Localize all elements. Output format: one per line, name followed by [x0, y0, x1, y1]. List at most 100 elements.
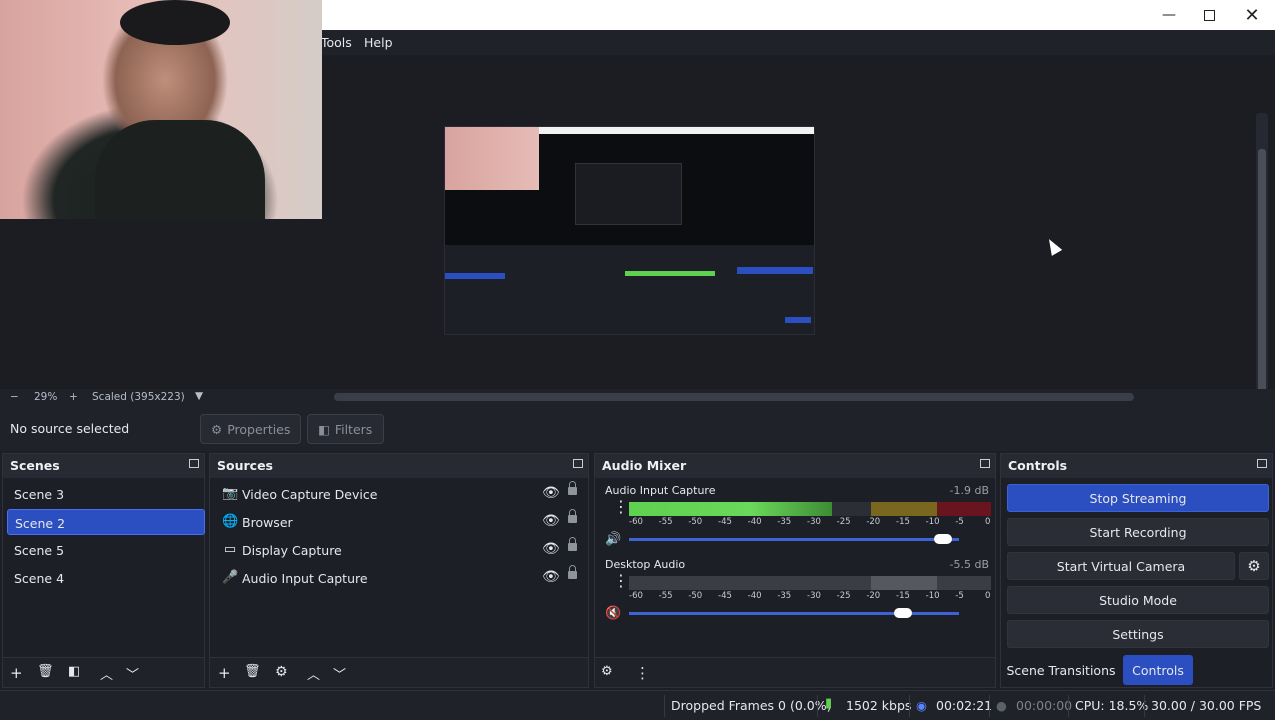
scale-dropdown-icon[interactable]: ▼ — [195, 390, 203, 402]
preview-horizontal-scrollbar[interactable] — [334, 393, 1134, 401]
meter-tick-label: -50 — [688, 591, 703, 601]
add-source-icon[interactable]: + — [218, 664, 231, 682]
eye-icon[interactable]: 👁 — [542, 485, 560, 501]
source-label: Browser — [242, 515, 293, 530]
zoom-in-button[interactable]: + — [69, 391, 78, 403]
recording-time: 00:00:00 — [1016, 698, 1073, 713]
microphone-icon: 🎤 — [222, 570, 239, 585]
filters-button[interactable]: ◧ Filters — [307, 414, 384, 444]
cpu-usage: CPU: 18.5% — [1075, 698, 1149, 713]
meter-tick-label: -40 — [747, 517, 762, 527]
network-signal-icon: ▮ — [825, 696, 833, 711]
move-down-icon[interactable]: ﹀ — [126, 664, 139, 683]
speaker-icon[interactable]: 🔊 — [605, 532, 625, 548]
advanced-audio-icon[interactable]: ⚙ — [601, 664, 613, 679]
mixer-menu-icon[interactable]: ⋮ — [635, 664, 650, 682]
meter-tick-label: -5 — [955, 517, 964, 527]
scene-item[interactable]: Scene 4 — [7, 565, 205, 591]
meter-tick-label: -55 — [658, 591, 673, 601]
volume-slider[interactable] — [629, 608, 959, 618]
undock-icon[interactable] — [980, 459, 990, 468]
meter-level-fill — [629, 502, 832, 516]
undock-icon[interactable] — [189, 459, 199, 468]
meter-tick-label: -45 — [718, 591, 732, 601]
volume-slider[interactable] — [629, 534, 959, 544]
tab-controls[interactable]: Controls — [1123, 655, 1193, 685]
audio-mixer-title: Audio Mixer — [602, 458, 687, 473]
scenes-dock-title: Scenes — [3, 454, 204, 478]
studio-mode-button[interactable]: Studio Mode — [1007, 586, 1269, 614]
source-item[interactable]: 📷 Video Capture Device 👁 — [218, 481, 588, 507]
stop-streaming-button[interactable]: Stop Streaming — [1007, 484, 1269, 512]
menu-help[interactable]: Help — [364, 35, 393, 50]
dropped-frames: Dropped Frames 0 (0.0%) — [671, 698, 832, 713]
meter-tick-label: -55 — [658, 517, 673, 527]
source-properties-icon[interactable]: ⚙ — [275, 664, 288, 680]
meter-danger-zone — [937, 502, 991, 516]
undock-icon[interactable] — [573, 459, 583, 468]
mixer-channel-audio-input: Audio Input Capture -1.9 dB ⋮ -60 -55 -50-… — [603, 484, 991, 554]
mixer-toolbar: ⚙ ⋮ — [595, 657, 995, 687]
tab-scene-transitions[interactable]: Scene Transitions — [1003, 655, 1119, 685]
remove-scene-icon[interactable]: 🗑 — [37, 664, 54, 679]
channel-db: -1.9 dB — [949, 484, 990, 497]
preview-canvas[interactable] — [444, 126, 815, 335]
eye-icon[interactable]: 👁 — [542, 541, 560, 557]
source-label: Video Capture Device — [242, 487, 378, 502]
move-up-icon[interactable]: ︿ — [307, 664, 320, 683]
lock-icon[interactable] — [568, 509, 577, 523]
undock-icon[interactable] — [1257, 459, 1267, 468]
source-status-label: No source selected — [10, 421, 130, 436]
add-scene-icon[interactable]: + — [10, 664, 23, 682]
scene-item[interactable]: Scene 3 — [7, 481, 205, 507]
lock-icon[interactable] — [568, 537, 577, 551]
start-virtual-camera-button[interactable]: Start Virtual Camera — [1007, 552, 1235, 580]
minimize-icon[interactable]: — — [1147, 0, 1191, 30]
meter-tick-label: -15 — [896, 591, 910, 601]
eye-icon[interactable]: 👁 — [542, 513, 560, 529]
properties-button[interactable]: ⚙ Properties — [200, 414, 301, 444]
zoom-out-button[interactable]: − — [10, 391, 19, 403]
properties-label: Properties — [227, 421, 291, 437]
source-label: Display Capture — [242, 543, 342, 558]
menu-tools[interactable]: Tools — [321, 35, 352, 50]
move-up-icon[interactable]: ︿ — [100, 664, 113, 683]
settings-button[interactable]: Settings — [1007, 620, 1269, 648]
meter-tick-label: -25 — [836, 517, 851, 527]
scenes-title: Scenes — [10, 458, 60, 473]
meter-tick-label: -60 — [629, 591, 643, 601]
meter-tick-label: 0 — [985, 591, 991, 601]
lock-icon[interactable] — [568, 565, 577, 579]
scene-item[interactable]: Scene 5 — [7, 537, 205, 563]
source-item[interactable]: ▭ Display Capture 👁 — [218, 537, 588, 563]
zoom-level: 29% — [34, 391, 58, 403]
start-recording-button[interactable]: Start Recording — [1007, 518, 1269, 546]
channel-menu-icon[interactable]: ⋮ — [613, 499, 629, 515]
meter-tick-label: -35 — [777, 591, 792, 601]
source-item[interactable]: 🌐 Browser 👁 — [218, 509, 588, 535]
gear-icon: ⚙ — [211, 421, 223, 437]
close-icon[interactable]: ✕ — [1230, 0, 1274, 30]
preview-nested-docks — [445, 245, 814, 334]
source-item[interactable]: 🎤 Audio Input Capture 👁 — [218, 565, 588, 591]
eye-icon[interactable]: 👁 — [542, 569, 560, 585]
meter-tick-label: -10 — [925, 517, 940, 527]
streaming-icon: ◉ — [916, 698, 927, 713]
meter-tick-label: -45 — [718, 517, 732, 527]
record-icon: ● — [996, 698, 1007, 713]
virtual-camera-settings-icon[interactable]: ⚙ — [1239, 552, 1269, 580]
preview-zoom-bar: − 29% + Scaled (395x223) ▼ — [0, 389, 1275, 407]
mixer-channel-desktop-audio: Desktop Audio -5.5 dB ⋮ -60 -55 -50 -45 -40-… — [603, 558, 991, 628]
preview-window-bar — [539, 127, 814, 134]
volume-slider-knob[interactable] — [933, 534, 952, 544]
lock-icon[interactable] — [568, 481, 577, 495]
maximize-icon[interactable] — [1187, 0, 1231, 30]
channel-menu-icon[interactable]: ⋮ — [613, 573, 629, 589]
scene-filters-icon[interactable]: ◧ — [68, 664, 80, 679]
scene-item-selected[interactable]: Scene 2 — [7, 509, 205, 535]
volume-slider-knob[interactable] — [893, 608, 912, 618]
globe-icon: 🌐 — [222, 514, 239, 529]
muted-speaker-icon[interactable]: 🔇 — [605, 606, 625, 622]
move-down-icon[interactable]: ﹀ — [333, 664, 346, 683]
remove-source-icon[interactable]: 🗑 — [244, 664, 261, 679]
